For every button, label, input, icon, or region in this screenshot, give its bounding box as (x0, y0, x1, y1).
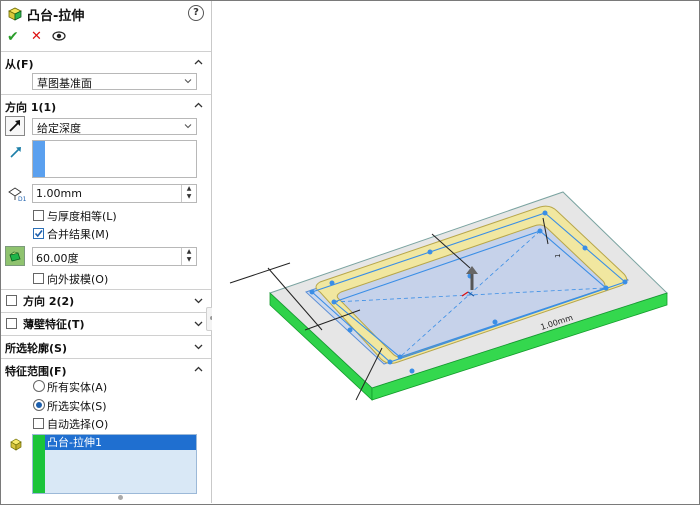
draft-outward-label: 向外拔模(O) (47, 273, 109, 286)
divider (1, 51, 211, 52)
depth-spinner[interactable]: ▲ ▼ (181, 185, 196, 202)
reverse-direction-icon (9, 120, 20, 132)
direction1-section-header[interactable]: 方向 1(1) (5, 99, 56, 115)
divider (1, 289, 211, 290)
selected-contours-section-header[interactable]: 所选轮廓(S) (5, 340, 67, 356)
chevron-down-icon[interactable] (194, 319, 203, 328)
graphics-viewport[interactable]: 1 1.00mm (212, 1, 699, 503)
selection-color-bar (33, 141, 45, 177)
extrude-preview-drawing: 1 (229, 191, 668, 401)
equal-thickness-label: 与厚度相等(L) (47, 210, 117, 223)
svg-text:D1: D1 (18, 196, 26, 202)
direction2-section-header[interactable]: 方向 2(2) (23, 293, 74, 309)
from-section-header[interactable]: 从(F) (5, 56, 34, 72)
selected-bodies-label: 所选实体(S) (47, 400, 107, 413)
merge-result-label: 合并结果(M) (47, 228, 110, 241)
divider (1, 94, 211, 95)
direction-vector-selection-box[interactable] (32, 140, 197, 178)
checkmark-icon (34, 230, 43, 238)
merge-result-checkbox[interactable] (33, 228, 44, 239)
solid-body-icon (10, 438, 22, 451)
chevron-down-icon[interactable] (194, 342, 203, 351)
chevron-up-icon[interactable] (194, 365, 203, 374)
divider (1, 335, 211, 336)
auto-select-checkbox[interactable] (33, 418, 44, 429)
chevron-down-icon[interactable] (194, 296, 203, 305)
draft-icon (9, 251, 21, 262)
thin-feature-checkbox[interactable] (6, 318, 17, 329)
auto-select-label: 自动选择(O) (47, 418, 109, 431)
equal-thickness-checkbox[interactable] (33, 210, 44, 221)
reverse-direction-button[interactable] (5, 116, 25, 136)
panel-titlebar: 凸台-拉伸 ? (1, 1, 211, 25)
direction-vector-icon (10, 147, 21, 158)
property-manager-panel: 凸台-拉伸 ? ✔ ✕ 从(F) 草图基准面 方向 1(1) 给定深度 D1 1… (1, 1, 212, 503)
chevron-up-icon[interactable] (194, 58, 203, 67)
draft-toggle-button[interactable] (5, 246, 25, 266)
from-start-condition-select[interactable]: 草图基准面 (32, 73, 197, 90)
depth-icon: D1 (8, 187, 26, 202)
chevron-down-icon (184, 79, 192, 84)
cancel-button[interactable]: ✕ (31, 29, 42, 44)
chevron-down-icon (184, 124, 192, 129)
panel-title: 凸台-拉伸 (27, 9, 85, 24)
direction2-checkbox[interactable] (6, 295, 17, 306)
dimension-line (229, 262, 291, 284)
depth-input[interactable]: 1.00mm ▲ ▼ (32, 184, 197, 203)
ok-button[interactable]: ✔ (7, 29, 19, 45)
list-item[interactable]: 凸台-拉伸1 (45, 435, 196, 450)
resize-dot (118, 495, 123, 500)
draft-angle-spinner[interactable]: ▲ ▼ (181, 248, 196, 265)
selection-color-bar (33, 435, 45, 493)
divider (1, 358, 211, 359)
dimension-text: 1 (554, 254, 562, 258)
all-bodies-radio[interactable] (33, 380, 45, 392)
spin-up-icon[interactable]: ▲ (182, 248, 196, 256)
boss-extrude-icon (8, 7, 22, 21)
divider (1, 312, 211, 313)
help-button[interactable]: ? (188, 5, 204, 21)
bodies-list[interactable]: 凸台-拉伸1 (32, 434, 197, 494)
draft-angle-input[interactable]: 60.00度 ▲ ▼ (32, 247, 197, 266)
thin-feature-section-header[interactable]: 薄壁特征(T) (23, 316, 85, 332)
selected-bodies-radio[interactable] (33, 399, 45, 411)
feature-scope-section-header[interactable]: 特征范围(F) (5, 363, 67, 379)
spin-up-icon[interactable]: ▲ (182, 185, 196, 193)
end-condition-select[interactable]: 给定深度 (32, 118, 197, 135)
preview-eye-icon[interactable] (52, 31, 66, 41)
chevron-up-icon[interactable] (194, 101, 203, 110)
spin-down-icon[interactable]: ▼ (182, 256, 196, 264)
all-bodies-label: 所有实体(A) (47, 381, 108, 394)
spin-down-icon[interactable]: ▼ (182, 193, 196, 201)
draft-outward-checkbox[interactable] (33, 273, 44, 284)
